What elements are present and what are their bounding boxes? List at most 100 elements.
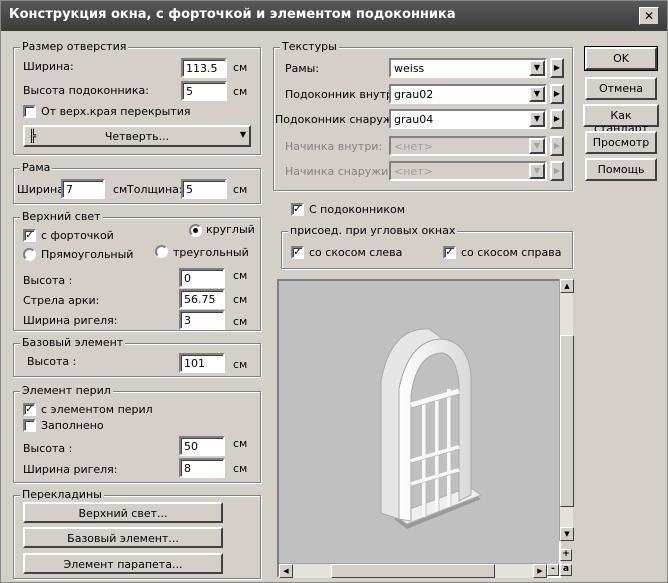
close-button[interactable]: ✕ xyxy=(639,7,659,25)
corner-legend: присоед. при угловых окнах xyxy=(288,224,458,237)
sill-out-texture-select[interactable]: grau04 ▼ xyxy=(389,109,547,129)
chevron-down-icon: ▼ xyxy=(529,60,545,76)
sill-height-unit: см xyxy=(233,85,248,98)
with-sill-label: С подоконником xyxy=(309,203,406,216)
top-light-legend: Верхний свет xyxy=(20,210,103,223)
corner-left-checkbox[interactable]: ✓ xyxy=(291,246,304,259)
top-transom-input[interactable]: 3 xyxy=(179,310,225,330)
filled-label: Заполнено xyxy=(41,419,104,432)
chevron-down-icon: ▼ xyxy=(529,138,545,154)
from-top-checkbox[interactable] xyxy=(23,105,36,118)
chevron-down-icon: ▼ xyxy=(239,130,246,139)
base-height-label: Высота : xyxy=(27,355,77,368)
opening-width-input[interactable]: 113.5 xyxy=(181,58,227,78)
opening-width-label: Ширина: xyxy=(23,60,74,73)
round-radio[interactable] xyxy=(189,224,202,237)
frames-texture-label: Рамы: xyxy=(285,62,320,75)
sill-out-texture-arrow[interactable]: ▶ xyxy=(550,109,564,129)
fill-in-texture-label: Начинка внутри: xyxy=(285,140,383,153)
top-height-label: Высота : xyxy=(23,274,73,287)
corner-right-label: со скосом справа xyxy=(461,246,562,259)
top-height-input[interactable]: 0 xyxy=(179,268,225,288)
frame-thickness-label: Толщина: xyxy=(127,183,183,196)
help-button[interactable]: Помощь xyxy=(585,158,657,181)
rect-radio[interactable] xyxy=(23,248,36,261)
preview-button[interactable]: Просмотр xyxy=(585,131,657,154)
railing-legend: Элемент перил xyxy=(20,384,113,397)
quarter-button[interactable]: ╠ Четверть... ▼ xyxy=(23,125,251,147)
railing-height-label: Высота : xyxy=(23,442,73,455)
arc-label: Стрела арки: xyxy=(23,294,100,307)
scroll-left-icon[interactable]: ◀ xyxy=(279,564,293,578)
sill-in-texture-select[interactable]: grau02 ▼ xyxy=(389,84,547,104)
corner-right-checkbox[interactable]: ✓ xyxy=(443,246,456,259)
fill-in-texture-value: <нет> xyxy=(394,140,433,153)
vent-checkbox[interactable]: ✓ xyxy=(23,229,36,242)
quarter-button-label: Четверть... xyxy=(104,130,170,143)
sill-in-texture-value: grau02 xyxy=(394,88,434,101)
window-title: Конструкция окна, с форточкой и элементо… xyxy=(9,7,456,22)
scroll-right-icon[interactable]: ▶ xyxy=(533,564,547,578)
fill-in-texture-arrow[interactable]: ▶ xyxy=(550,136,564,156)
opening-width-unit: см xyxy=(233,61,248,74)
sill-height-input[interactable]: 5 xyxy=(181,81,227,101)
base-height-unit: см xyxy=(233,358,248,371)
railing-transom-input[interactable]: 8 xyxy=(179,458,225,478)
title-bar[interactable]: Конструкция окна, с форточкой и элементо… xyxy=(1,1,667,31)
chevron-down-icon: ▼ xyxy=(529,163,545,179)
chevron-down-icon: ▼ xyxy=(529,86,545,102)
vertical-scroll-thumb[interactable] xyxy=(560,335,574,507)
fill-out-texture-label: Начинка снаружи: xyxy=(285,165,392,178)
base-height-input[interactable]: 101 xyxy=(179,353,225,373)
fill-out-texture-select[interactable]: <нет> ▼ xyxy=(389,161,547,181)
frames-texture-arrow[interactable]: ▶ xyxy=(550,58,564,78)
scroll-down-icon[interactable]: ▼ xyxy=(560,527,574,541)
sill-height-label: Высота подоконника: xyxy=(23,84,149,97)
railing-checkbox[interactable]: ✓ xyxy=(23,403,36,416)
tri-label: треугольный xyxy=(173,246,249,259)
frames-texture-select[interactable]: weiss ▼ xyxy=(389,58,547,78)
zoom-in-button[interactable]: + xyxy=(560,549,572,561)
filled-checkbox[interactable] xyxy=(23,419,36,432)
fill-out-texture-value: <нет> xyxy=(394,165,433,178)
base-lintel-button[interactable]: Базовый элемент... xyxy=(23,527,223,548)
with-sill-checkbox[interactable]: ✓ xyxy=(291,203,304,216)
as-standard-button[interactable]: Как стандарт xyxy=(583,104,659,135)
arc-input[interactable]: 56.75 xyxy=(179,289,225,309)
chevron-down-icon: ▼ xyxy=(529,111,545,127)
horizontal-scroll-thumb[interactable] xyxy=(331,564,495,578)
frame-width-unit: см xyxy=(113,183,128,196)
preview-horizontal-scrollbar[interactable]: ◀ ▶ xyxy=(279,563,547,578)
preview-vertical-scrollbar[interactable]: ▲ ▼ xyxy=(559,279,574,541)
railing-transom-label: Ширина ригеля: xyxy=(23,463,118,476)
rect-label: Прямоугольный xyxy=(41,248,134,261)
railing-height-input[interactable]: 50 xyxy=(179,436,225,456)
zoom-out-button[interactable]: - xyxy=(547,564,559,576)
top-height-unit: см xyxy=(233,269,248,282)
top-light-lintel-button[interactable]: Верхний свет... xyxy=(23,502,223,523)
tri-radio[interactable] xyxy=(155,245,168,258)
sill-in-texture-arrow[interactable]: ▶ xyxy=(550,84,564,104)
textures-legend: Текстуры xyxy=(280,40,339,53)
railing-transom-unit: см xyxy=(233,462,248,475)
fill-in-texture-select[interactable]: <нет> ▼ xyxy=(389,136,547,156)
corner-left-label: со скосом слева xyxy=(309,246,403,259)
frame-legend: Рама xyxy=(20,161,53,174)
round-label: круглый xyxy=(206,223,255,236)
frame-thickness-input[interactable]: 5 xyxy=(181,179,227,199)
opening-size-legend: Размер отверстия xyxy=(20,40,129,53)
preview-viewport[interactable] xyxy=(277,279,561,578)
fill-out-texture-arrow[interactable]: ▶ xyxy=(550,161,564,181)
base-legend: Базовый элемент xyxy=(20,336,126,349)
frame-width-input[interactable]: 7 xyxy=(61,179,105,199)
dialog-window: Конструкция окна, с форточкой и элементо… xyxy=(0,0,668,583)
fit-all-button[interactable]: a xyxy=(560,564,572,576)
scroll-up-icon[interactable]: ▲ xyxy=(560,279,574,293)
railing-label: с элементом перил xyxy=(41,403,153,416)
ok-button[interactable]: OK xyxy=(584,46,658,71)
sill-in-texture-label: Подоконник внутри: xyxy=(285,88,404,101)
top-transom-unit: см xyxy=(233,315,248,328)
parapet-lintel-button[interactable]: Элемент парапета... xyxy=(23,553,223,574)
vent-label: с форточкой xyxy=(41,229,114,242)
cancel-button[interactable]: Отмена xyxy=(585,77,657,100)
